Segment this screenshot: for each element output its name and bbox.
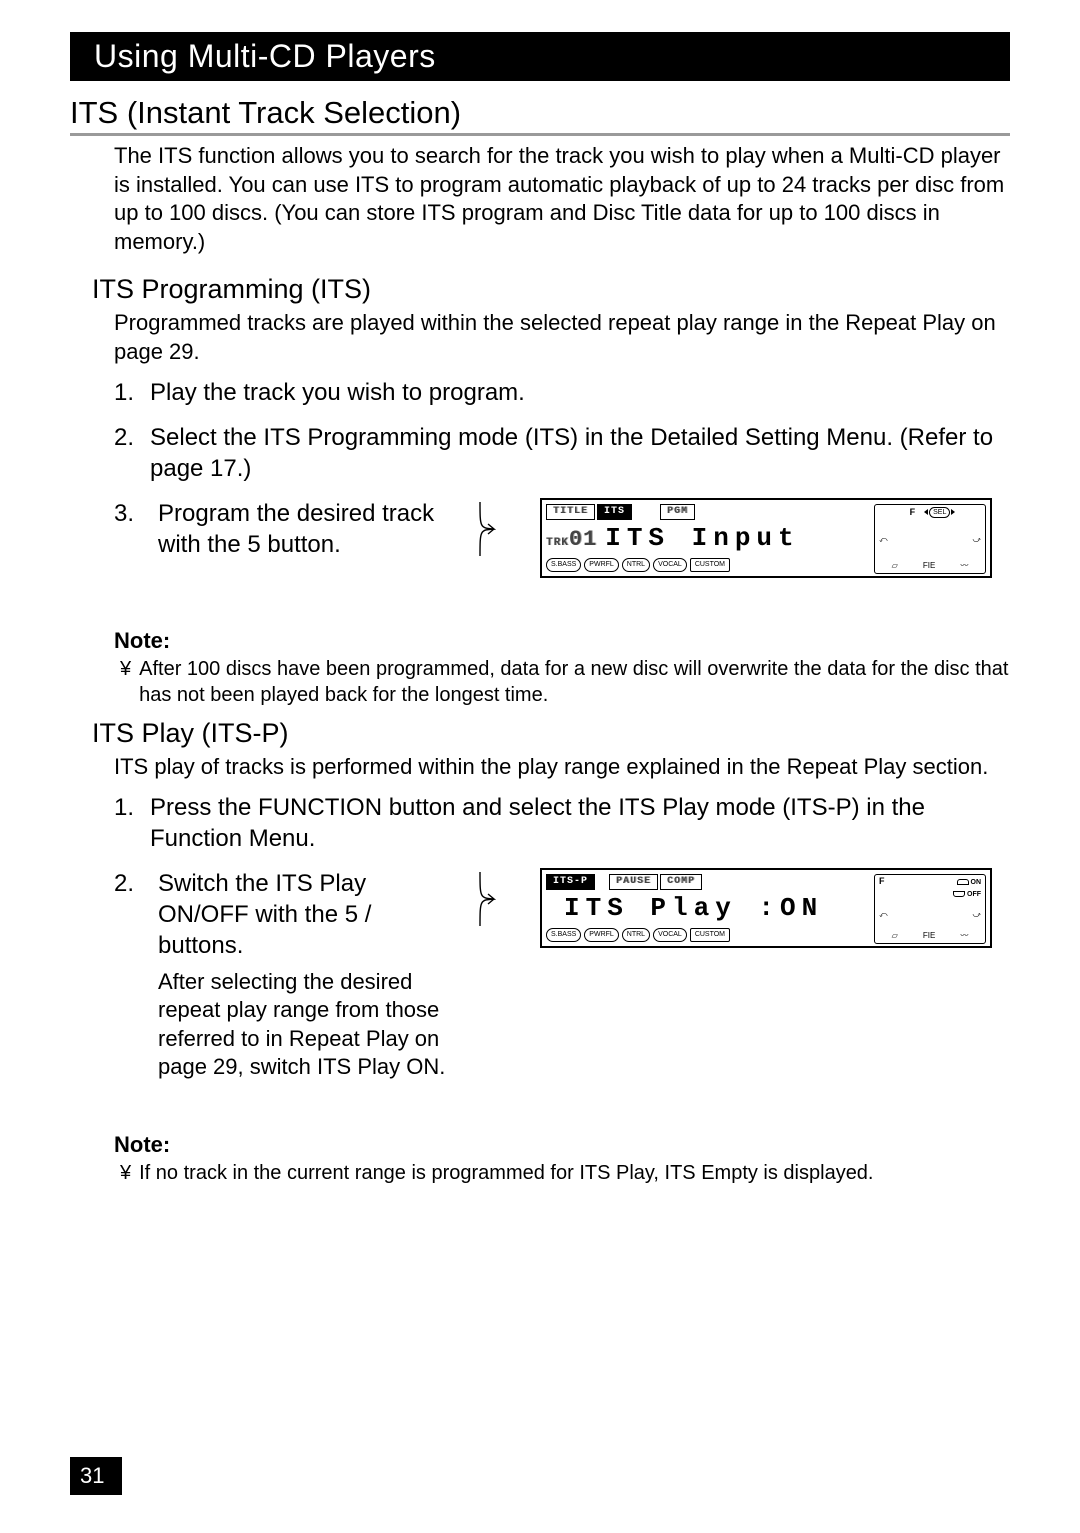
step-number: 1. [114,377,140,408]
its-play-lead: ITS play of tracks is performed within t… [114,753,1010,782]
eq-icon: ▱ [892,561,898,571]
lcd-display-its-play: ITS-P PAUSE COMP ITS Play :ON S.BASS PWR… [540,868,1010,948]
subheading-its-programming: ITS Programming (ITS) [92,274,1010,305]
lcd-pill-vocal: VOCAL [653,558,687,572]
play-step-1: 1. Press the FUNCTION button and select … [114,792,1010,854]
wave-icon: 〰 [960,931,968,941]
lcd-side-panel: F ON OFF ⤺ ⤻ ▱ FIE 〰 [874,874,986,944]
step-text: Press the FUNCTION button and select the… [150,792,1010,854]
lcd-tab-its: ITS [597,504,632,520]
lcd-fie-label: FIE [923,931,935,941]
lcd-main-text: ITS Input [605,522,799,556]
lcd-pill-pwrfl: PWRFL [584,928,619,942]
subheading-its-play: ITS Play (ITS-P) [92,718,1010,749]
step-number: 3. [114,498,140,529]
lcd-display-its-input: TITLE ITS PGM TRK01 ITS Input S.BASS PWR… [540,498,1010,578]
note-block-play: Note: ¥ If no track in the current range… [114,1132,1010,1186]
step-number: 1. [114,792,140,854]
step-text: Select the ITS Programming mode (ITS) in… [150,422,1010,484]
lcd-off-label: OFF [967,890,981,899]
curve-right-icon: ⤻ [972,535,981,545]
step-number: 2. [114,422,140,484]
step-text: Play the track you wish to program. [150,377,1010,408]
lcd-f-label: F [910,507,916,519]
chapter-title: Using Multi-CD Players [70,32,1010,81]
lcd-pill-sbass: S.BASS [546,928,581,942]
lcd-on-label: ON [971,878,982,887]
switch-up-icon [957,879,969,885]
note-label: Note: [114,628,1010,654]
lcd-tab-pause: PAUSE [609,874,658,890]
lcd-f-label: F [879,876,885,888]
step-2: 2. Select the ITS Programming mode (ITS)… [114,422,1010,484]
lcd-pill-custom: CUSTOM [690,558,730,572]
lcd-tab-title: TITLE [546,504,595,520]
lcd-trk-label: TRK [546,537,569,549]
note-text: If no track in the current range is prog… [139,1160,873,1186]
lcd-main-text: ITS Play :ON [564,892,823,926]
step-1: 1. Play the track you wish to program. [114,377,1010,408]
lcd-tab-pgm: PGM [660,504,695,520]
lcd-tab-itsp: ITS-P [546,874,595,890]
note-block-programming: Note: ¥ After 100 discs have been progra… [114,628,1010,708]
its-intro-paragraph: The ITS function allows you to search fo… [114,142,1010,256]
lcd-trk-number: 01 [569,527,597,552]
lcd-sel-indicator: SEL [929,507,950,518]
note-bullet: ¥ [120,1160,131,1186]
lcd-tab-comp: COMP [660,874,702,890]
curve-left-icon: ⤺ [879,910,888,920]
its-programming-lead: Programmed tracks are played within the … [114,309,1010,366]
lcd-pill-ntrl: NTRL [622,928,650,942]
play-step-2: 2. Switch the ITS Play ON/OFF with the 5… [114,868,1010,1082]
step-3: 3. Program the desired track with the 5 … [114,498,1010,578]
lcd-pill-custom: CUSTOM [690,928,730,942]
lcd-fie-label: FIE [923,561,935,571]
wave-icon: 〰 [960,561,968,571]
step-text: Program the desired track with the 5 but… [158,498,458,560]
pointer-arrow-icon [476,868,512,930]
lcd-pill-ntrl: NTRL [622,558,650,572]
switch-down-icon [953,891,965,897]
pointer-arrow-icon [476,498,512,560]
step-text: Switch the ITS Play ON/OFF with the 5 / … [158,868,458,962]
step-subtext: After selecting the desired repeat play … [158,968,458,1082]
note-text: After 100 discs have been programmed, da… [139,656,1010,708]
lcd-pill-sbass: S.BASS [546,558,581,572]
step-number: 2. [114,868,140,899]
eq-icon: ▱ [892,931,898,941]
lcd-pill-vocal: VOCAL [653,928,687,942]
curve-left-icon: ⤺ [879,535,888,545]
lcd-pill-pwrfl: PWRFL [584,558,619,572]
page-number: 31 [70,1457,122,1495]
curve-right-icon: ⤻ [972,910,981,920]
note-label: Note: [114,1132,1010,1158]
section-heading-its: ITS (Instant Track Selection) [70,95,1010,136]
lcd-side-panel: F SEL ⤺ ⤻ ▱ FIE 〰 [874,504,986,574]
note-bullet: ¥ [120,656,131,708]
